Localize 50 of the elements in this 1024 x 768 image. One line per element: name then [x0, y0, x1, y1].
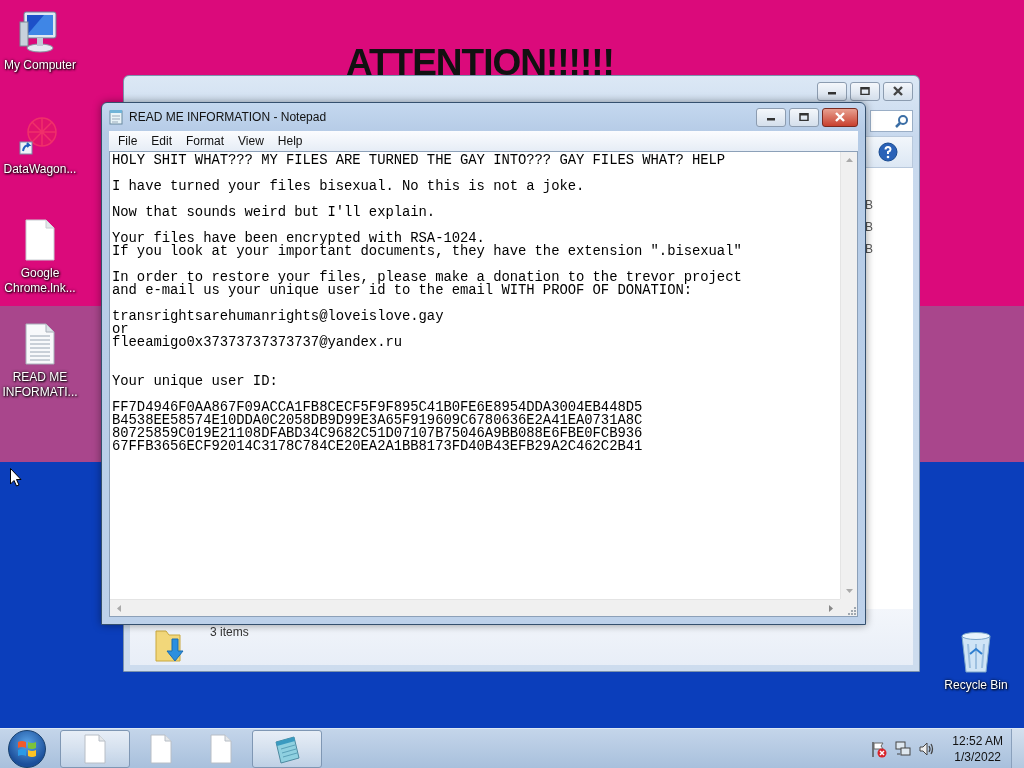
search-field[interactable]	[870, 110, 913, 132]
menu-item[interactable]: File	[111, 134, 145, 148]
file-size: B	[865, 242, 873, 256]
taskbar-button[interactable]	[252, 729, 322, 768]
maximize-icon	[860, 87, 870, 95]
taskbar-button[interactable]	[60, 729, 130, 768]
windows-logo-icon	[17, 738, 37, 759]
close-button[interactable]	[883, 81, 913, 101]
scroll-right-icon	[828, 603, 834, 613]
clock-time[interactable]: 12:52 AM	[952, 732, 1003, 749]
document-text: HOLY SHIT WHAT??? MY FILES ARE TURNED THE GAY INTO??? GAY FILES WHAT? HELP I have turned your files bisexual. No this is not a joke. Now that sounds weird but I'll explain. Your files have been encrypted with RSA-1024. If you look at your important documents, they have the extension ".bisexual" In order to restore your files, please make a donation to the trevor project and e-mail us your unique user id to the email WITH PROOF OF DONATION: transrightsarehumanrights@loveislove.gay or fleeamigo0x37373737373737@yandex.ru Your unique user ID: FF7D4946F0AA867F09ACCA1FB8CECF5F9F895C41B0FE6E8954DDA3004EB448D5 B4538EE58574E10DDA0C2058DB9D99E3A65F919609C6780636E2A41EA0731A8C 80725859C019E21108DFABD34C9682C51D07107B75046A9BB088E6FBE0FCB936 67FFB3656ECF92014C3178C784CE20EA2A1BB8173FD40B43EFB29A2C462C2B41	[112, 154, 743, 453]
vertical-scrollbar[interactable]	[840, 152, 857, 599]
maximize-icon	[799, 113, 809, 121]
menu-item[interactable]: Format	[179, 134, 232, 148]
minimize-button[interactable]	[817, 81, 847, 101]
start-button[interactable]	[8, 729, 46, 768]
close-icon	[892, 86, 904, 96]
document-icon	[149, 733, 173, 764]
icon-label[interactable]: Recycle Bin	[936, 678, 1016, 693]
search-icon	[895, 114, 909, 128]
horizontal-scrollbar[interactable]	[110, 599, 840, 616]
clock-date[interactable]: 1/3/2022	[954, 748, 1001, 765]
window-title: READ ME INFORMATION - Notepad	[129, 110, 327, 124]
document-icon	[83, 733, 107, 764]
icon-label[interactable]: READ ME INFORMATI...	[0, 370, 80, 400]
wallpaper-headline: ATTENTION!!!!!!	[346, 42, 614, 84]
document-icon	[209, 733, 233, 764]
close-button[interactable]	[822, 107, 858, 127]
file-size: B	[865, 198, 873, 212]
icon-label[interactable]: DataWagon...	[0, 162, 80, 177]
menu-item[interactable]: View	[231, 134, 271, 148]
icon-label[interactable]: My Computer	[0, 58, 80, 73]
mouse-pointer-icon	[10, 468, 22, 487]
scroll-down-icon	[844, 588, 854, 594]
maximize-button[interactable]	[789, 107, 819, 127]
scroll-up-icon	[844, 157, 854, 163]
notepad-icon	[272, 733, 302, 764]
maximize-button[interactable]	[850, 81, 880, 101]
flag-icon[interactable]	[870, 739, 889, 758]
icon-label[interactable]: Google Chrome.lnk...	[0, 266, 80, 296]
menu-item[interactable]: Help	[270, 134, 310, 148]
menu-item[interactable]: Edit	[144, 134, 180, 148]
minimize-button[interactable]	[756, 107, 786, 127]
item-count: 3 items	[210, 625, 249, 639]
notepad-icon	[109, 109, 123, 125]
network-icon[interactable]	[894, 739, 913, 758]
resize-grip-icon	[847, 606, 857, 616]
close-icon	[834, 112, 846, 122]
file-size: B	[865, 220, 873, 234]
help-icon[interactable]	[878, 142, 898, 162]
